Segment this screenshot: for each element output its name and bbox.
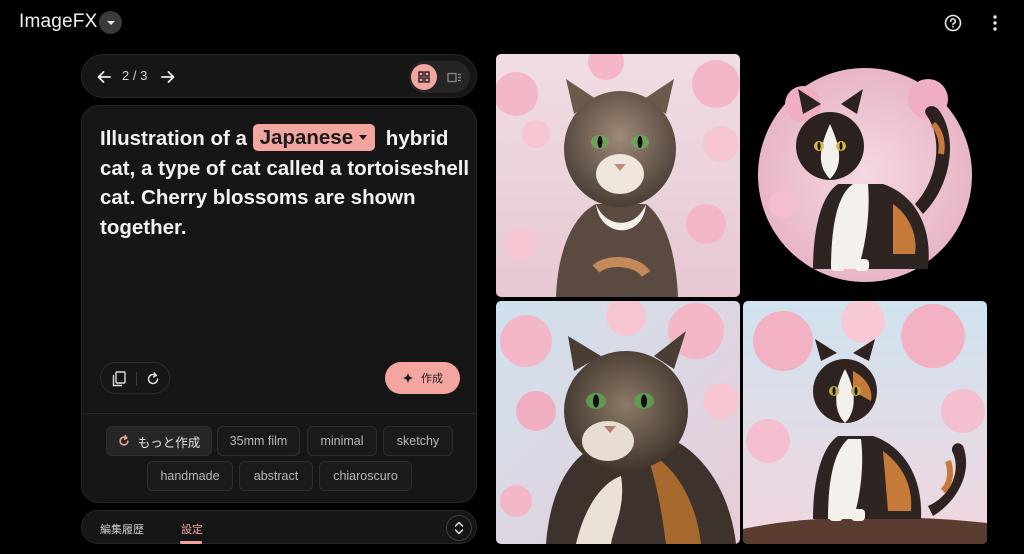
suggestion-chip[interactable]: 35mm film — [217, 426, 300, 456]
prompt-card: Illustration of a Japanese hybrid cat, a… — [81, 105, 477, 503]
expand-panel-button[interactable] — [446, 515, 472, 541]
arrow-left-icon — [97, 71, 111, 83]
bottom-tab-bar: 編集履歴 設定 — [81, 510, 477, 544]
create-button[interactable]: 作成 — [385, 362, 460, 394]
next-button[interactable] — [156, 65, 180, 89]
generated-image-2[interactable] — [743, 54, 987, 297]
copy-button[interactable] — [108, 368, 130, 390]
single-view-icon — [446, 72, 461, 82]
sparkle-icon — [402, 372, 414, 384]
tabby-cat-image — [496, 54, 740, 297]
page-counter: 2 / 3 — [122, 68, 148, 83]
reset-button[interactable] — [142, 368, 164, 390]
generated-image-1[interactable] — [496, 54, 740, 297]
chip-caret-icon — [359, 135, 368, 141]
copy-icon — [112, 371, 126, 387]
previous-button[interactable] — [92, 65, 116, 89]
top-bar: ImageFX — [0, 0, 1024, 46]
grid-view-icon — [418, 71, 430, 83]
unfold-icon — [454, 521, 464, 535]
tabby-cat-closeup-image — [496, 301, 740, 544]
help-circle-icon — [944, 14, 962, 32]
generated-image-3[interactable] — [496, 301, 740, 544]
result-pager: 2 / 3 — [81, 54, 477, 98]
prompt-text-before: Illustration of a — [100, 127, 247, 150]
single-view-button[interactable] — [441, 64, 467, 90]
calico-cat-image — [743, 54, 987, 297]
more-create-chip[interactable]: もっと作成 — [106, 426, 212, 456]
prompt-chip-dropdown[interactable]: Japanese — [252, 124, 376, 152]
chevron-down-icon — [106, 20, 115, 25]
create-button-label: 作成 — [421, 373, 443, 385]
refresh-icon — [119, 435, 129, 446]
suggestion-chip[interactable]: minimal — [307, 426, 377, 456]
arrow-right-icon — [161, 71, 175, 83]
card-divider — [82, 413, 476, 414]
active-tab-indicator — [180, 541, 202, 544]
tools-divider — [136, 372, 137, 386]
app-menu-button[interactable] — [99, 11, 122, 34]
suggestion-chip[interactable]: handmade — [147, 461, 233, 491]
prompt-tools — [100, 362, 170, 394]
prompt-chip-label: Japanese — [259, 126, 354, 149]
app-title: ImageFX — [19, 11, 98, 32]
grid-view-button[interactable] — [411, 64, 437, 90]
refresh-icon — [147, 372, 159, 385]
suggestion-chip[interactable]: abstract — [239, 461, 313, 491]
tab-edit-history[interactable]: 編集履歴 — [100, 521, 144, 537]
tab-settings[interactable]: 設定 — [181, 521, 203, 537]
prompt-text[interactable]: Illustration of a Japanese hybrid cat, a… — [100, 124, 470, 242]
help-button[interactable] — [942, 12, 964, 34]
calico-cat-on-branch-image — [743, 301, 987, 544]
suggestion-chip[interactable]: chiaroscuro — [319, 461, 412, 491]
generated-image-4[interactable] — [743, 301, 987, 544]
more-vert-icon — [993, 15, 997, 31]
view-toggle — [409, 61, 470, 93]
more-options-button[interactable] — [984, 12, 1006, 34]
more-create-label: もっと作成 — [137, 435, 201, 450]
suggestion-chip[interactable]: sketchy — [383, 426, 453, 456]
